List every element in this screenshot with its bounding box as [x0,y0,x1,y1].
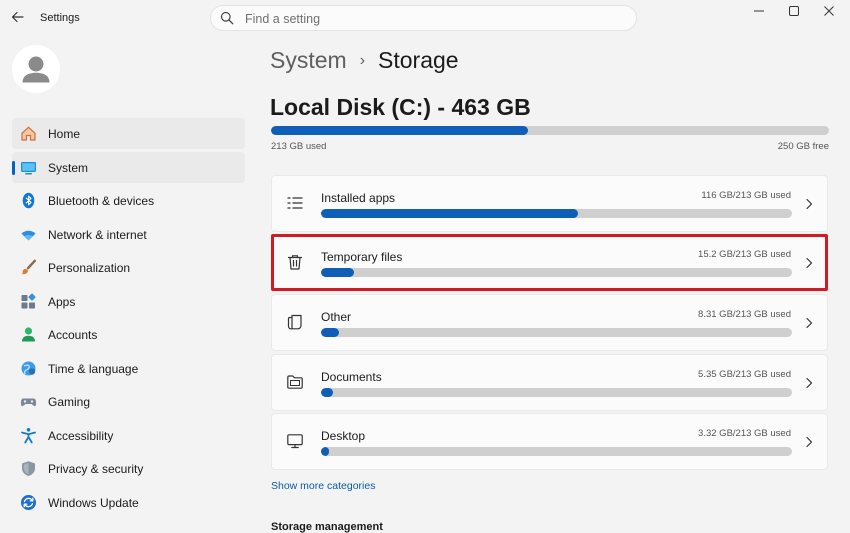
trash-icon [287,255,303,270]
home-icon [21,126,36,141]
sidebar-item-time-language[interactable]: Time & language [12,353,245,384]
chevron-right-icon [806,198,813,210]
category-size: 3.32 GB/213 GB used [698,428,791,439]
search-input[interactable] [243,9,627,29]
category-temporary-files[interactable]: Temporary files 15.2 GB/213 GB used [271,234,828,291]
maximize-icon [789,6,799,16]
disk-usage-fill [271,126,528,135]
category-name: Temporary files [321,250,403,264]
category-name: Documents [321,370,382,384]
sidebar-item-bluetooth[interactable]: Bluetooth & devices [12,185,245,216]
accessibility-icon [21,427,36,443]
category-size: 116 GB/213 GB used [701,190,791,201]
category-size: 15.2 GB/213 GB used [698,249,791,260]
chevron-right-icon [806,377,813,389]
sidebar-item-apps[interactable]: Apps [12,286,245,317]
category-usage-bar [321,328,792,337]
category-name: Installed apps [321,191,396,205]
user-avatar-icon [22,56,50,83]
category-usage-bar [321,209,792,218]
sidebar-item-label: Privacy & security [48,462,144,476]
category-documents[interactable]: Documents 5.35 GB/213 GB used [271,354,828,411]
chevron-right-icon [806,317,813,329]
breadcrumb-separator: › [359,52,366,69]
sidebar-item-label: Network & internet [48,227,147,242]
category-usage-fill [321,388,333,397]
category-usage-bar [321,268,792,277]
globe-icon [21,361,36,375]
sidebar-item-label: Bluetooth & devices [48,194,155,208]
user-avatar[interactable] [12,45,60,93]
sidebar-item-personalization[interactable]: Personalization [12,252,245,283]
category-usage-bar [321,388,792,397]
arrow-left-icon [11,11,24,23]
system-icon [21,161,36,174]
category-desktop[interactable]: Desktop 3.32 GB/213 GB used [271,413,828,470]
disk-used-label: 213 GB used [271,141,327,152]
sidebar-item-network[interactable]: Network & internet [12,219,245,250]
category-size: 8.31 GB/213 GB used [698,309,791,320]
category-name: Other [321,310,352,324]
chevron-right-icon [806,436,813,448]
selected-indicator [12,160,15,175]
category-usage-fill [321,328,340,337]
sidebar-item-windows-update[interactable]: Windows Update [12,487,245,518]
bluetooth-icon [22,192,35,209]
sidebar-item-label: Time & language [48,361,139,376]
sidebar-item-label: Personalization [48,261,131,275]
monitor-icon [287,434,303,449]
sidebar-item-label: Windows Update [48,495,139,510]
category-name: Desktop [321,429,366,443]
close-button[interactable] [811,0,847,22]
sidebar-item-label: Apps [48,294,76,309]
category-usage-bar [321,447,792,456]
list-icon [287,197,303,209]
sidebar-item-accounts[interactable]: Accounts [12,319,245,350]
chevron-right-icon [806,257,813,269]
show-more-categories-link[interactable]: Show more categories [271,480,375,492]
sidebar-item-label: Gaming [48,395,91,409]
sidebar-item-privacy[interactable]: Privacy & security [12,453,245,484]
brush-icon [22,259,36,275]
sidebar-item-accessibility[interactable]: Accessibility [12,420,245,451]
folder-icon [287,375,303,389]
storage-management-heading: Storage management [271,521,383,533]
breadcrumb: System › Storage [270,47,459,74]
sidebar-item-home[interactable]: Home [12,118,245,149]
sidebar-item-system[interactable]: System [12,151,245,183]
wifi-icon [21,230,36,240]
accounts-icon [22,327,35,342]
maximize-button[interactable] [776,0,812,22]
back-button[interactable] [10,8,26,26]
sidebar-item-label: Accounts [48,328,98,342]
minimize-button[interactable] [741,0,777,22]
other-files-icon [287,314,302,330]
sidebar-item-label: Home [48,127,81,141]
category-installed-apps[interactable]: Installed apps 116 GB/213 GB used [271,175,828,232]
category-size: 5.35 GB/213 GB used [698,369,791,380]
search-box[interactable] [210,5,637,31]
search-icon [220,11,234,25]
category-usage-fill [321,447,329,456]
shield-icon [22,461,35,476]
apps-icon [21,293,36,308]
sidebar-nav: Home System Bluetooth & devices Network … [12,118,245,520]
category-usage-fill [321,268,355,277]
app-title: Settings [40,12,80,24]
disk-title: Local Disk (C:) - 463 GB [270,94,531,120]
close-icon [824,6,834,16]
disk-free-label: 250 GB free [777,141,829,152]
breadcrumb-current: Storage [378,47,459,73]
sidebar-item-label: Accessibility [48,428,114,443]
category-other[interactable]: Other 8.31 GB/213 GB used [271,294,828,351]
breadcrumb-parent[interactable]: System [270,47,347,73]
update-icon [21,494,36,510]
gamepad-icon [20,398,37,407]
minimize-icon [754,10,764,12]
sidebar-item-label: System [48,160,89,175]
category-usage-fill [321,209,578,218]
sidebar-item-gaming[interactable]: Gaming [12,386,245,417]
disk-usage-bar [271,126,829,135]
